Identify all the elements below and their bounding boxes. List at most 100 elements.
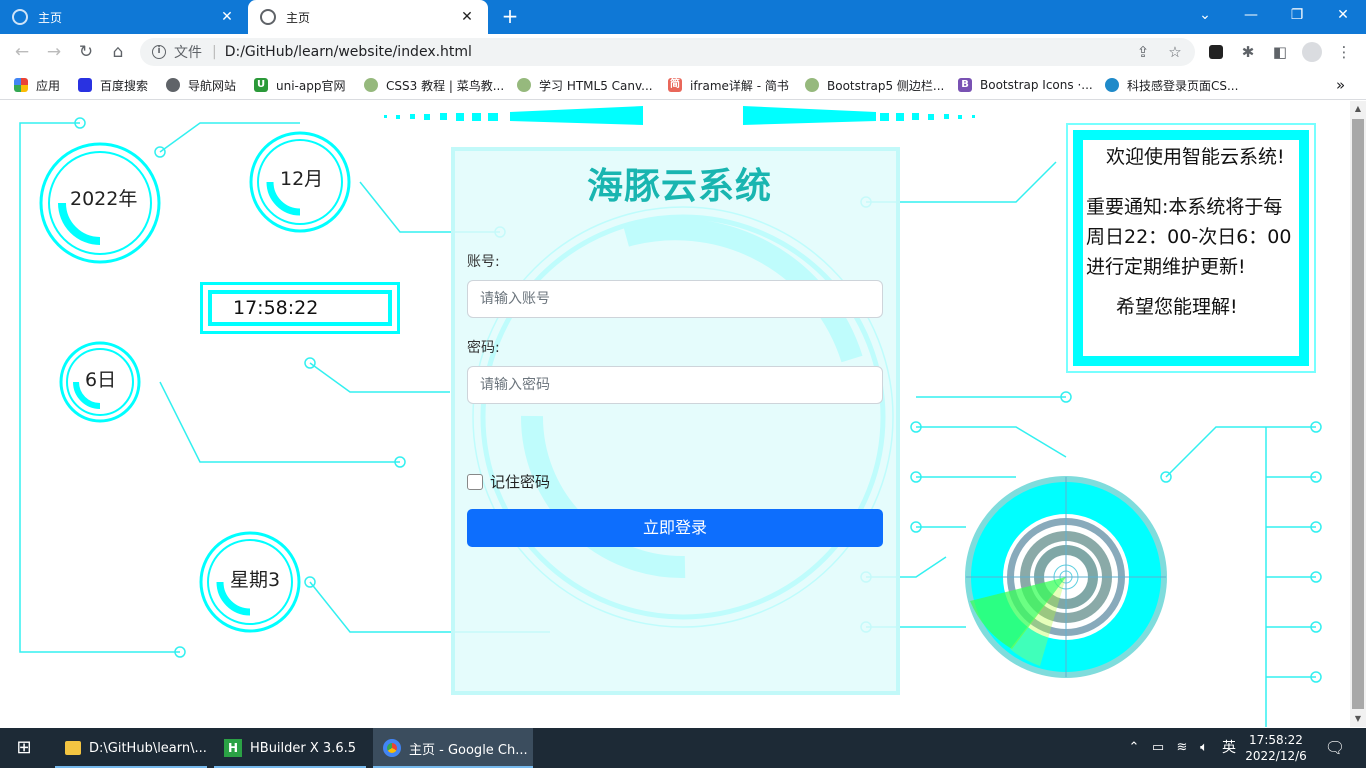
back-arrow-icon[interactable]: ← (10, 40, 34, 64)
bookmark-label: 百度搜索 (100, 78, 149, 93)
kebab-menu-icon[interactable]: ⋮ (1332, 40, 1356, 64)
wifi-icon[interactable]: ≋ (1172, 728, 1192, 768)
tab-strip: 主页 ✕ 主页 ✕ + ⌄ — ❐ ✕ (0, 0, 1366, 34)
notice-line-2: 周日22：00-次日6：00 (1086, 226, 1292, 248)
radar-graphic (965, 476, 1167, 678)
tab-home-inactive[interactable]: 主页 ✕ (0, 0, 248, 34)
bookmark-label: 学习 HTML5 Canv... (539, 78, 653, 93)
address-bar[interactable]: i 文件 | D:/GitHub/learn/website/index.htm… (140, 38, 1195, 66)
scheme-label: 文件 (174, 45, 202, 61)
bookmark-uniapp[interactable]: U uni-app官网 (254, 76, 345, 94)
battery-icon[interactable]: ▭ (1148, 728, 1168, 768)
page-scrollbar[interactable]: ▲ ▼ (1350, 101, 1366, 727)
year-label: 2022年 (70, 188, 138, 210)
bookmark-bootstrap-icons[interactable]: B Bootstrap Icons ·... (958, 76, 1093, 94)
tab-title: 主页 (38, 10, 63, 25)
day-label: 6日 (85, 369, 117, 391)
globe-icon (166, 78, 180, 92)
account-label: 账号: (467, 254, 500, 270)
folder-icon (65, 741, 81, 755)
bookmark-label: 科技感登录页面CS... (1127, 78, 1239, 93)
scroll-thumb[interactable] (1352, 119, 1364, 709)
volume-icon[interactable]: 🔈︎ (1194, 728, 1214, 768)
bookmark-css3-runoob[interactable]: CSS3 教程 | 菜鸟教... (364, 76, 504, 94)
scroll-up-icon[interactable]: ▲ (1350, 101, 1366, 117)
clock-time: 17:58:22 (1249, 733, 1303, 747)
password-label: 密码: (467, 340, 500, 356)
windows-taskbar: ⊞ D:\GitHub\learn\... H HBuilder X 3.6.5… (0, 728, 1366, 768)
tab-title: 主页 (286, 10, 311, 25)
chrome-icon (383, 739, 401, 757)
remember-label: 记住密码 (490, 473, 551, 491)
extension-dark-icon[interactable] (1204, 40, 1228, 64)
bookmark-baidu[interactable]: 百度搜索 (78, 76, 148, 94)
restore-button[interactable]: ❐ (1274, 0, 1320, 30)
notice-box: 欢迎使用智能云系统! 重要通知:本系统将于每 周日22：00-次日6：00 进行… (1066, 123, 1316, 373)
bookmark-label: Bootstrap Icons ·... (980, 78, 1093, 92)
minimize-button[interactable]: — (1228, 0, 1274, 30)
clock-date: 2022/12/6 (1245, 749, 1307, 763)
bookmark-label: uni-app官网 (276, 78, 346, 93)
tab-home-active[interactable]: 主页 ✕ (248, 0, 488, 34)
close-icon[interactable]: ✕ (458, 9, 476, 25)
taskbar-chrome[interactable]: 主页 - Google Ch... (373, 728, 533, 768)
login-button[interactable]: 立即登录 (467, 509, 883, 547)
tray-chevron-icon[interactable]: ⌃ (1124, 728, 1144, 768)
star-icon[interactable]: ☆ (1163, 40, 1187, 64)
csdn-icon (1105, 78, 1119, 92)
window-close-button[interactable]: ✕ (1320, 0, 1366, 30)
taskbar-label: 主页 - Google Ch... (409, 742, 528, 758)
close-icon[interactable]: ✕ (218, 9, 236, 25)
scroll-down-icon[interactable]: ▼ (1350, 711, 1366, 727)
reload-icon[interactable]: ↻ (74, 40, 98, 64)
home-icon[interactable]: ⌂ (106, 40, 130, 64)
info-icon[interactable]: i (152, 45, 166, 59)
bookmark-label: CSS3 教程 | 菜鸟教... (386, 78, 505, 93)
page-viewport: 2022年 12月 6日 星期3 17:58:22 海豚云系统 账号: 密码: … (0, 101, 1350, 727)
runoob-icon (805, 78, 819, 92)
separator: | (212, 44, 217, 60)
globe-icon (12, 9, 28, 25)
ime-indicator[interactable]: 英 (1218, 728, 1240, 768)
uniapp-icon: U (254, 78, 268, 92)
url-text[interactable]: D:/GitHub/learn/website/index.html (225, 44, 472, 60)
bookmarks-bar: 应用 百度搜索 导航网站 U uni-app官网 CSS3 教程 | 菜鸟教..… (0, 70, 1366, 100)
hbuilder-icon: H (224, 739, 242, 757)
bookmark-nav-sites[interactable]: 导航网站 (166, 76, 236, 94)
baidu-paw-icon (78, 78, 92, 92)
bookmark-iframe-jianshu[interactable]: 简 iframe详解 - 简书 (668, 76, 789, 94)
jianshu-icon: 简 (668, 78, 682, 92)
bookmark-apps[interactable]: 应用 (14, 76, 60, 94)
bookmarks-overflow-chevron-icon[interactable]: » (1336, 76, 1345, 94)
clock-display: 17:58:22 (200, 282, 400, 334)
forward-arrow-icon[interactable]: → (42, 40, 66, 64)
windows-start-icon[interactable]: ⊞ (0, 728, 48, 768)
runoob-icon (517, 78, 531, 92)
puzzle-icon[interactable]: ✱ (1236, 40, 1260, 64)
taskbar-explorer[interactable]: D:\GitHub\learn\... (55, 728, 207, 768)
login-title: 海豚云系统 (586, 166, 772, 207)
bookmark-bootstrap5-sidebar[interactable]: Bootstrap5 侧边栏... (805, 76, 944, 94)
side-panel-icon[interactable]: ◧ (1268, 40, 1292, 64)
clock-time: 17:58:22 (233, 297, 319, 319)
tab-search-chevron-icon[interactable]: ⌄ (1182, 0, 1228, 30)
bookmark-html5-canvas[interactable]: 学习 HTML5 Canv... (517, 76, 653, 94)
month-label: 12月 (280, 168, 324, 190)
taskbar-clock[interactable]: 17:58:22 2022/12/6 (1244, 728, 1308, 768)
notification-icon[interactable]: 🗨︎ (1320, 728, 1350, 768)
weekday-label: 星期3 (230, 569, 281, 591)
password-input[interactable] (467, 366, 883, 404)
account-input[interactable] (467, 280, 883, 318)
remember-password[interactable]: 记住密码 (467, 471, 550, 492)
share-icon[interactable]: ⇪ (1131, 40, 1155, 64)
remember-checkbox[interactable] (467, 473, 483, 490)
bookmark-label: Bootstrap5 侧边栏... (827, 78, 945, 93)
bootstrap-icon: B (958, 78, 972, 92)
bookmark-label: 应用 (36, 78, 61, 93)
globe-icon (260, 9, 276, 25)
new-tab-button[interactable]: + (498, 4, 522, 28)
taskbar-hbuilder[interactable]: H HBuilder X 3.6.5 (214, 728, 366, 768)
notice-closing: 希望您能理解! (1116, 296, 1238, 318)
profile-avatar-icon[interactable] (1300, 40, 1324, 64)
bookmark-tech-login[interactable]: 科技感登录页面CS... (1105, 76, 1238, 94)
